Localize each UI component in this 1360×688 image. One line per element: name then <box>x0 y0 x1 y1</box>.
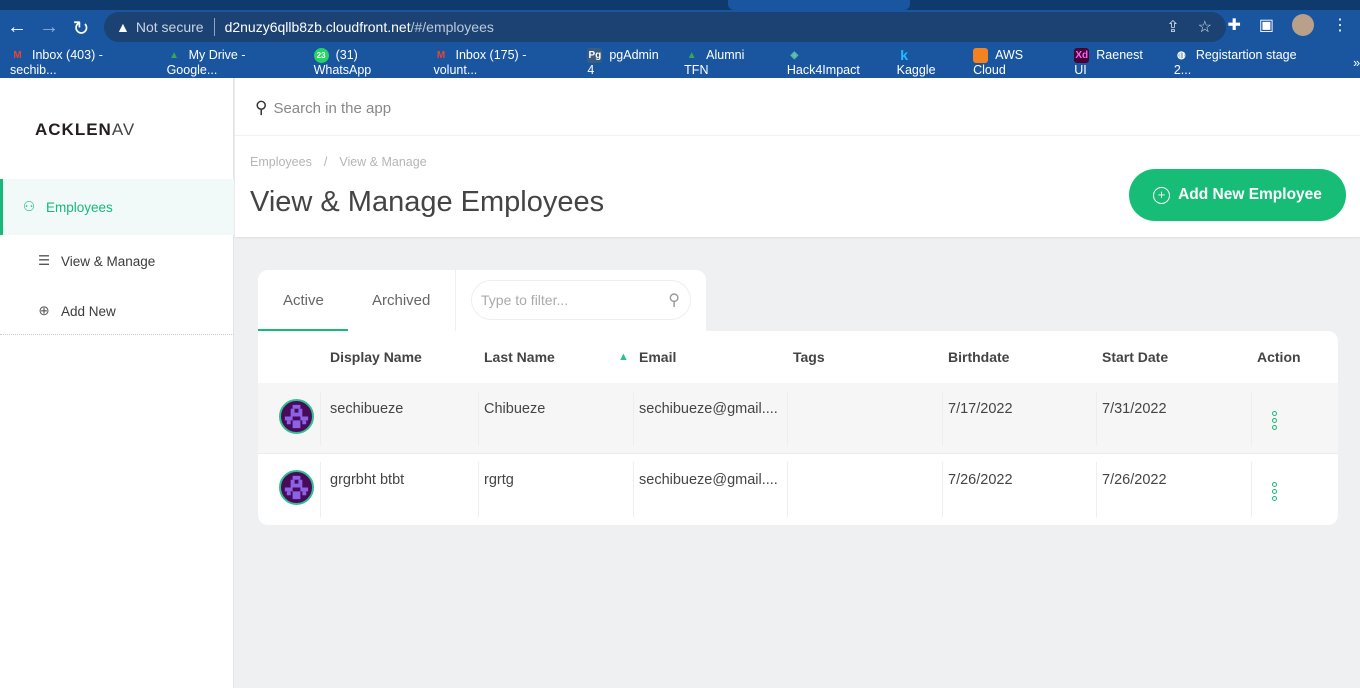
breadcrumb-employees[interactable]: Employees <box>250 155 312 169</box>
profile-avatar[interactable] <box>1292 14 1314 36</box>
tabs-bar: Active Archived Type to filter... ⚲ <box>258 270 706 332</box>
avatar <box>279 470 314 505</box>
extensions-icon[interactable]: ✚ <box>1227 15 1240 35</box>
whatsapp-icon: 23 <box>313 48 329 64</box>
security-label[interactable]: Not secure <box>136 19 204 35</box>
url-path: /#/employees <box>410 19 494 35</box>
reload-icon[interactable]: ↻ <box>69 16 93 41</box>
plus-circle-icon: ⊕ <box>38 303 50 318</box>
tab-archived[interactable]: Archived <box>372 292 430 309</box>
cell-display-name: grgrbht btbt <box>330 472 405 488</box>
bookmark[interactable]: M Inbox (175) - volunt... <box>433 48 570 77</box>
logo[interactable]: ACKLENAV <box>35 120 135 140</box>
cell-start-date: 7/26/2022 <box>1102 472 1167 488</box>
bookmark[interactable]: ▲ My Drive - Google... <box>167 48 297 77</box>
warning-icon: ▲ <box>116 19 130 35</box>
gmail-icon: M <box>436 50 446 62</box>
divider <box>455 270 456 332</box>
globe-icon: ◍ <box>1176 50 1186 62</box>
column-tags[interactable]: Tags <box>793 349 825 365</box>
bookmarks-bar: M Inbox (403) - sechib... ▲ My Drive - Goo… <box>10 47 1360 78</box>
divider <box>235 135 1360 136</box>
back-icon[interactable]: ← <box>5 16 29 39</box>
sidebar: ACKLENAV ⚇ Employees ☰ View & Manage ⊕ Add … <box>0 78 234 688</box>
more-actions-icon[interactable] <box>1272 482 1278 501</box>
column-start-date[interactable]: Start Date <box>1102 349 1168 365</box>
hack4impact-icon: ◈ <box>790 50 799 62</box>
browser-chrome: ← → ↻ ▲ Not secure d2nuzy6qllb8zb.cloudf… <box>0 0 1360 78</box>
kaggle-icon: k <box>900 47 908 64</box>
google-drive-icon: ▲ <box>686 50 697 62</box>
tab-strip <box>0 0 1360 10</box>
column-birthdate[interactable]: Birthdate <box>948 349 1009 365</box>
bookmark[interactable]: 23 (31) WhatsApp <box>313 48 417 77</box>
cell-last-name: Chibueze <box>484 401 546 417</box>
adobe-xd-icon: Xd <box>1074 48 1090 64</box>
more-bookmarks-icon[interactable]: » <box>1353 56 1360 70</box>
google-drive-icon: ▲ <box>169 50 180 62</box>
page-title: View & Manage Employees <box>250 186 605 218</box>
avatar <box>279 399 314 434</box>
sort-asc-icon: ▲ <box>618 351 629 363</box>
cell-start-date: 7/31/2022 <box>1102 401 1167 417</box>
breadcrumb-view-manage: View & Manage <box>339 155 427 169</box>
add-new-employee-button[interactable]: + Add New Employee <box>1129 169 1346 221</box>
cell-email: sechibueze@gmail.... <box>639 472 778 488</box>
menu-icon[interactable]: ⋮ <box>1332 15 1348 35</box>
more-actions-icon[interactable] <box>1272 411 1278 430</box>
breadcrumb: Employees / View & Manage <box>250 155 427 169</box>
list-icon: ☰ <box>37 253 51 268</box>
sidebar-item-view-manage[interactable]: ☰ View & Manage <box>0 248 234 274</box>
side-panel-icon[interactable]: ▣ <box>1259 15 1274 35</box>
forward-icon[interactable]: → <box>37 16 61 39</box>
user-icon: ⚇ <box>22 199 36 214</box>
bookmark[interactable]: kKaggle <box>897 47 957 78</box>
column-last-name[interactable]: Last Name <box>484 349 555 365</box>
star-icon[interactable]: ☆ <box>1198 17 1212 37</box>
bookmark[interactable]: Pg pgAdmin 4 <box>587 48 667 77</box>
column-action: Action <box>1257 349 1301 365</box>
search-icon: ⚲ <box>255 98 268 117</box>
gmail-icon: M <box>13 50 22 62</box>
active-browser-tab[interactable] <box>728 0 910 10</box>
table-row[interactable]: sechibueze Chibueze sechibueze@gmail....… <box>258 383 1338 454</box>
page-header: ⚲ Search in the app Employees / View & Mana… <box>235 78 1360 237</box>
bookmark[interactable]: M Inbox (403) - sechib... <box>10 48 150 77</box>
cell-birthdate: 7/26/2022 <box>948 472 1013 488</box>
bookmark[interactable]: ▲ Alumni TFN <box>684 48 770 77</box>
aws-icon <box>973 48 989 64</box>
url-host: d2nuzy6qllb8zb.cloudfront.net <box>224 19 411 35</box>
cell-last-name: rgrtg <box>484 472 514 488</box>
divider <box>213 18 215 36</box>
divider <box>0 334 234 335</box>
address-bar[interactable]: ▲ Not secure d2nuzy6qllb8zb.cloudfront.n… <box>104 12 1226 42</box>
bookmark[interactable]: ◈Hack4Impact <box>787 48 880 77</box>
search-icon[interactable]: ⚲ <box>668 290 680 310</box>
cell-birthdate: 7/17/2022 <box>948 401 1013 417</box>
table-header: Display Name Last Name ▲ Email Tags Birt… <box>258 331 1338 383</box>
plus-circle-icon: + <box>1153 186 1171 204</box>
cell-display-name: sechibueze <box>330 401 404 417</box>
cell-email: sechibueze@gmail.... <box>639 401 778 417</box>
column-display-name[interactable]: Display Name <box>330 349 422 365</box>
table-row[interactable]: grgrbht btbt rgrtg sechibueze@gmail.... … <box>258 454 1338 525</box>
sidebar-item-add-new[interactable]: ⊕ Add New <box>0 298 234 324</box>
pgadmin-icon: Pg <box>587 48 603 64</box>
bookmark[interactable]: AWS Cloud <box>973 48 1057 77</box>
filter-input[interactable]: Type to filter... ⚲ <box>471 280 691 320</box>
employees-table: Display Name Last Name ▲ Email Tags Birt… <box>258 331 1338 525</box>
tab-active[interactable]: Active <box>283 292 324 309</box>
sidebar-item-employees[interactable]: ⚇ Employees <box>0 179 234 235</box>
search-input[interactable]: Search in the app <box>273 100 391 117</box>
bookmark[interactable]: ◍ Registartion stage 2... <box>1174 48 1314 77</box>
bookmark[interactable]: Xd Raenest UI <box>1074 48 1157 77</box>
share-icon[interactable]: ⇪ <box>1166 17 1179 37</box>
column-email[interactable]: Email <box>639 349 676 365</box>
app-search[interactable]: ⚲ Search in the app <box>255 98 391 118</box>
